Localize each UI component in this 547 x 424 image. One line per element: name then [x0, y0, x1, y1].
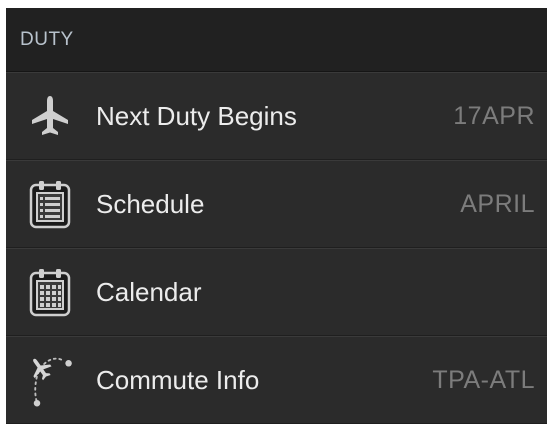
duty-panel: DUTY Next Duty Begins 17APR Schedule APR…	[6, 8, 547, 424]
commute-route-icon	[24, 354, 76, 407]
row-label: Commute Info	[96, 364, 260, 395]
airplane-icon	[24, 90, 76, 142]
row-value: 17APR	[453, 101, 535, 130]
section-title: DUTY	[20, 28, 74, 50]
list-item-commute-info[interactable]: Commute Info TPA-ATL	[6, 336, 547, 424]
list-item-schedule[interactable]: Schedule APRIL	[6, 160, 547, 248]
row-label: Calendar	[96, 276, 202, 307]
row-value: APRIL	[460, 189, 535, 218]
row-label: Schedule	[96, 188, 205, 219]
section-header: DUTY	[6, 8, 547, 72]
row-value: TPA-ATL	[432, 365, 535, 394]
list-item-calendar[interactable]: Calendar	[6, 248, 547, 336]
calendar-icon	[24, 266, 76, 318]
row-label: Next Duty Begins	[96, 100, 297, 131]
schedule-clipboard-icon	[24, 178, 76, 230]
list-item-next-duty[interactable]: Next Duty Begins 17APR	[6, 72, 547, 160]
